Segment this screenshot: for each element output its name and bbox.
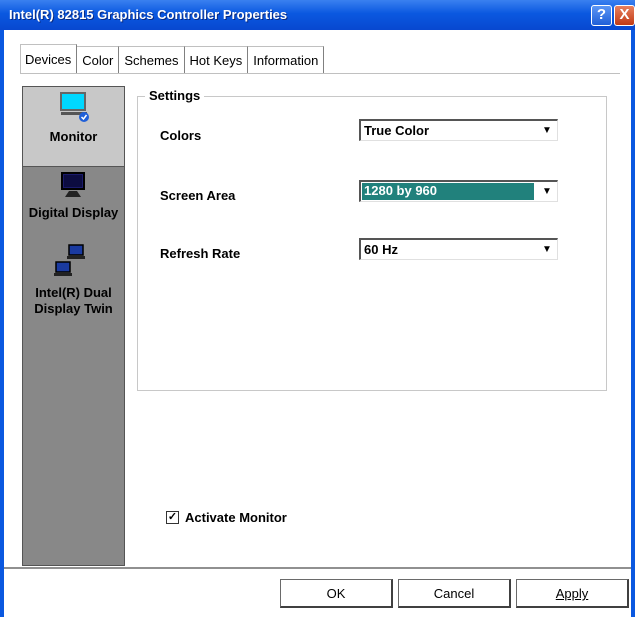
screen-area-value: 1280 by 960 bbox=[362, 183, 534, 200]
tab-bar: Devices Color Schemes Hot Keys Informati… bbox=[20, 44, 325, 73]
screen-area-label: Screen Area bbox=[160, 188, 236, 203]
colors-value: True Color bbox=[364, 123, 430, 138]
sidebar-item-digital-display[interactable]: Digital Display bbox=[23, 171, 124, 241]
colors-label: Colors bbox=[160, 128, 202, 143]
chevron-down-icon[interactable]: ▼ bbox=[538, 122, 556, 140]
activate-monitor-checkbox[interactable]: ✓ bbox=[166, 511, 179, 524]
tab-information[interactable]: Information bbox=[248, 46, 325, 73]
activate-monitor-label[interactable]: Activate Monitor bbox=[185, 510, 287, 525]
device-sidebar: Monitor Digital Display Intel(R) Dual Di… bbox=[22, 86, 125, 566]
tab-schemes[interactable]: Schemes bbox=[119, 46, 185, 73]
digital-display-icon bbox=[61, 172, 85, 197]
tab-color[interactable]: Color bbox=[77, 46, 120, 73]
tab-hot-keys[interactable]: Hot Keys bbox=[184, 46, 249, 73]
refresh-rate-label: Refresh Rate bbox=[160, 246, 241, 261]
chevron-down-icon[interactable]: ▼ bbox=[538, 241, 556, 259]
window-title: Intel(R) 82815 Graphics Controller Prope… bbox=[9, 7, 288, 22]
sidebar-item-label: Intel(R) Dual Display Twin bbox=[34, 285, 113, 316]
screen-area-dropdown[interactable]: 1280 by 960 ▼ bbox=[359, 180, 558, 202]
apply-button-label: Apply bbox=[555, 586, 589, 601]
refresh-rate-dropdown[interactable]: 60 Hz ▼ bbox=[359, 238, 558, 260]
window-frame-right bbox=[631, 30, 635, 617]
tab-devices[interactable]: Devices bbox=[20, 44, 78, 73]
tab-strip-divider bbox=[20, 73, 620, 74]
sidebar-item-monitor[interactable]: Monitor bbox=[23, 87, 124, 167]
refresh-rate-value: 60 Hz bbox=[364, 242, 398, 257]
chevron-down-icon[interactable]: ▼ bbox=[538, 183, 556, 201]
colors-dropdown[interactable]: True Color ▼ bbox=[359, 119, 558, 141]
bottom-divider bbox=[4, 567, 631, 569]
settings-group-label: Settings bbox=[145, 88, 205, 103]
title-bar[interactable]: Intel(R) 82815 Graphics Controller Prope… bbox=[0, 0, 635, 30]
sidebar-item-label: Digital Display bbox=[28, 205, 119, 220]
sidebar-item-label: Monitor bbox=[49, 129, 98, 144]
cancel-button[interactable]: Cancel bbox=[398, 579, 511, 608]
apply-button[interactable]: Apply bbox=[516, 579, 629, 608]
sidebar-item-dual-display-twin[interactable]: Intel(R) Dual Display Twin bbox=[23, 244, 124, 324]
ok-button[interactable]: OK bbox=[280, 579, 393, 608]
window-frame-left bbox=[0, 30, 4, 617]
monitor-icon bbox=[60, 92, 89, 122]
properties-window: Intel(R) 82815 Graphics Controller Prope… bbox=[0, 0, 635, 617]
dual-display-icon bbox=[54, 244, 85, 276]
help-button[interactable]: ? bbox=[591, 5, 612, 26]
close-button[interactable]: X bbox=[614, 5, 635, 26]
